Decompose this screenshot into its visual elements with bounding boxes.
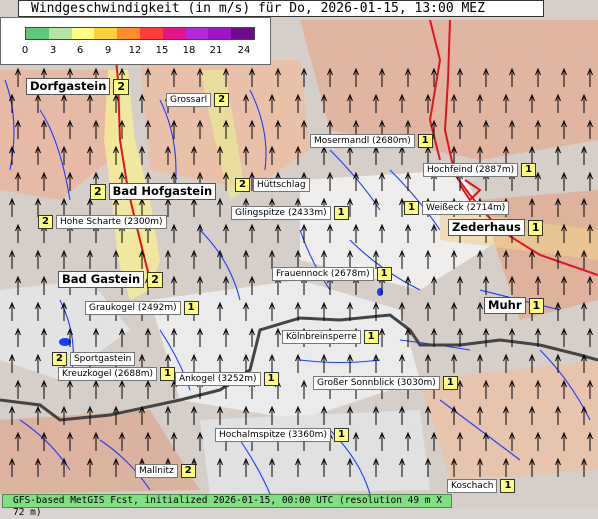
wind-speed-value: 1 xyxy=(183,301,199,315)
legend-tick-label: 12 xyxy=(128,45,142,56)
location-label: 2 Sportgastein xyxy=(52,352,136,366)
wind-speed-value: 2 xyxy=(214,93,230,107)
legend-color-swatch xyxy=(162,28,186,39)
location-name: Großer Sonnblick (3030m) xyxy=(313,376,440,390)
location-label: Ankogel (3252m) 1 xyxy=(175,372,279,386)
location-name: Weißeck (2714m) xyxy=(421,201,510,215)
location-name: Kreuzkogel (2688m) xyxy=(58,367,158,381)
location-name: Dorfgastein xyxy=(26,78,111,95)
location-label: Muhr 1 xyxy=(484,297,545,314)
location-label: Frauennock (2678m) 1 xyxy=(272,267,392,281)
location-label: 2 Hüttschlag xyxy=(235,178,310,192)
legend-color-swatch xyxy=(117,28,140,39)
wind-speed-value: 1 xyxy=(404,201,419,215)
wind-speed-value: 1 xyxy=(521,163,537,177)
legend-tick-label: 24 xyxy=(237,45,251,56)
location-name: Muhr xyxy=(484,297,526,314)
wind-speed-value: 1 xyxy=(263,372,279,386)
legend-tick-label: 0 xyxy=(21,45,29,56)
location-name: Hohe Scharte (2300m) xyxy=(55,215,167,229)
location-name: Hochalmspitze (3360m) xyxy=(215,428,331,442)
legend-tick-label: 3 xyxy=(49,45,57,56)
location-label: 1 Weißeck (2714m) xyxy=(404,201,510,215)
location-label: Koschach 1 xyxy=(447,479,516,493)
location-name: Grossarl xyxy=(166,93,212,107)
legend-color-swatch xyxy=(208,28,232,39)
wind-speed-value: 1 xyxy=(527,219,544,236)
location-name: Glingspitze (2433m) xyxy=(231,206,331,220)
wind-speed-value: 2 xyxy=(180,464,196,478)
location-label: Grossarl 2 xyxy=(166,93,230,107)
wind-speed-value: 2 xyxy=(113,78,130,95)
location-label: 2 Bad Hofgastein xyxy=(90,183,217,200)
location-name: Hüttschlag xyxy=(252,178,310,192)
wind-speed-value: 2 xyxy=(147,271,163,288)
location-label: Zederhaus 1 xyxy=(448,219,544,236)
location-name: Graukogel (2492m) xyxy=(85,301,181,315)
wind-speed-value: 1 xyxy=(528,297,545,314)
location-label: Hochalmspitze (3360m) 1 xyxy=(215,428,349,442)
location-name: Hochfeind (2887m) xyxy=(423,163,519,177)
location-label: Bad Gastein 2 xyxy=(58,271,163,288)
location-label: Graukogel (2492m) 1 xyxy=(85,301,199,315)
location-label: Mallnitz 2 xyxy=(135,464,196,478)
legend-tick-label: 21 xyxy=(209,45,223,56)
wind-speed-value: 1 xyxy=(363,330,379,344)
wind-speed-value: 1 xyxy=(160,367,176,381)
location-name: Frauennock (2678m) xyxy=(272,267,374,281)
location-name: Bad Gastein xyxy=(58,271,145,288)
location-label: Glingspitze (2433m) 1 xyxy=(231,206,349,220)
location-name: Ankogel (3252m) xyxy=(175,372,261,386)
location-name: Mallnitz xyxy=(135,464,178,478)
location-name: Zederhaus xyxy=(448,219,525,236)
location-label: Kölnbreinsperre 1 xyxy=(282,330,379,344)
wind-speed-value: 2 xyxy=(38,215,53,229)
legend-color-swatch xyxy=(48,28,72,39)
legend-color-swatch xyxy=(94,28,118,39)
wind-speed-legend: 0 3 6 9 12 15 18 21 24 xyxy=(0,17,271,65)
location-name: Bad Hofgastein xyxy=(108,183,217,200)
location-name: Kölnbreinsperre xyxy=(282,330,361,344)
wind-speed-value: 1 xyxy=(376,267,392,281)
legend-color-swatch xyxy=(139,28,163,39)
location-label: Hochfeind (2887m) 1 xyxy=(423,163,537,177)
wind-speed-value: 2 xyxy=(52,352,67,366)
wind-speed-value: 1 xyxy=(333,428,349,442)
wind-speed-value: 2 xyxy=(235,178,250,192)
legend-color-swatch xyxy=(26,28,49,39)
location-label: Kreuzkogel (2688m) 1 xyxy=(58,367,176,381)
lake xyxy=(59,338,71,346)
map-title: Windgeschwindigkeit (in m/s) für Do, 202… xyxy=(18,0,544,17)
legend-tick-label: 18 xyxy=(182,45,196,56)
legend-color-bar xyxy=(25,27,255,40)
wind-speed-value: 2 xyxy=(90,183,106,200)
location-name: Sportgastein xyxy=(69,352,136,366)
location-label: Großer Sonnblick (3030m) 1 xyxy=(313,376,458,390)
wind-speed-value: 1 xyxy=(442,376,458,390)
wind-speed-value: 1 xyxy=(500,479,516,493)
location-label: Mosermandl (2680m) 1 xyxy=(310,134,433,148)
location-name: Mosermandl (2680m) xyxy=(310,134,415,148)
location-label: Dorfgastein 2 xyxy=(26,78,130,95)
wind-speed-value: 1 xyxy=(333,206,349,220)
legend-tick-label: 9 xyxy=(104,45,112,56)
legend-color-swatch xyxy=(185,28,209,39)
legend-tick-label: 6 xyxy=(76,45,84,56)
location-label: 2 Hohe Scharte (2300m) xyxy=(38,215,167,229)
location-name: Koschach xyxy=(447,479,498,493)
forecast-info: GFS-based MetGIS Fcst, initialized 2026-… xyxy=(2,494,452,518)
legend-color-swatch xyxy=(231,28,254,39)
legend-color-swatch xyxy=(71,28,95,39)
legend-tick-label: 15 xyxy=(155,45,169,56)
wind-speed-value: 1 xyxy=(417,134,433,148)
